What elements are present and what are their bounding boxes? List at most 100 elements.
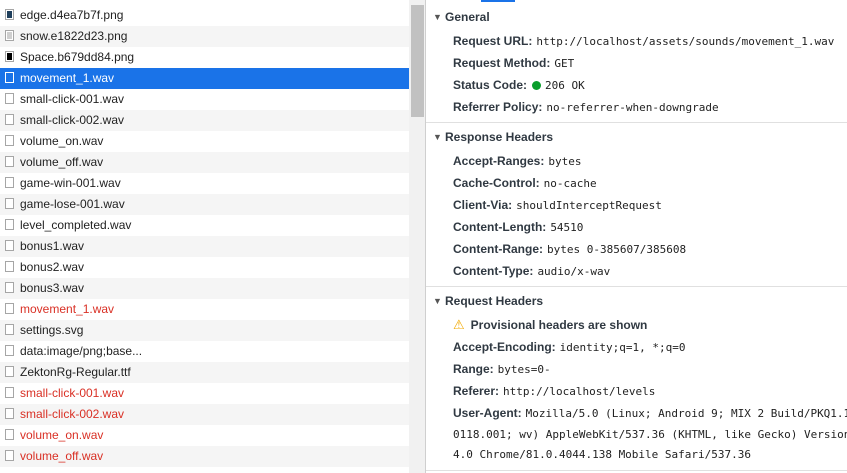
content-range-row: Content-Range: bytes 0-385607/385608 xyxy=(453,238,686,260)
request-list: edge.d4ea7b7f.png snow.e1822d23.png Space.… xyxy=(0,5,409,467)
file-icon xyxy=(5,261,14,272)
client-via-key: Client-Via: xyxy=(453,198,513,212)
request-name: small-click-001.wav xyxy=(20,92,125,106)
file-icon xyxy=(5,198,14,209)
content-range-key: Content-Range: xyxy=(453,242,543,256)
request-name: volume_on.wav xyxy=(20,428,104,442)
request-list-item[interactable]: Space.b679dd84.png xyxy=(0,47,409,68)
provisional-warning-text: Provisional headers are shown xyxy=(470,318,648,332)
referrer-policy-row: Referrer Policy: no-referrer-when-downgra… xyxy=(453,96,719,118)
headers-panel: ▼ General Request URL: http://localhost/a… xyxy=(426,0,847,473)
user-agent-value-line2: 0118.001; wv) AppleWebKit/537.36 (KHTML,… xyxy=(453,428,847,441)
file-icon xyxy=(5,429,14,440)
triangle-down-icon: ▼ xyxy=(433,12,442,22)
request-list-item[interactable]: volume_on.wav xyxy=(0,131,409,152)
response-headers-section-header[interactable]: ▼ Response Headers xyxy=(426,126,847,148)
request-name: bonus1.wav xyxy=(20,239,85,253)
request-url-value: http://localhost/assets/sounds/movement_… xyxy=(536,35,835,48)
user-agent-key: User-Agent: xyxy=(453,406,522,420)
content-length-key: Content-Length: xyxy=(453,220,547,234)
accept-ranges-value: bytes xyxy=(548,155,582,168)
request-list-item[interactable]: small-click-001.wav xyxy=(0,89,409,110)
accept-encoding-row: Accept-Encoding: identity;q=1, *;q=0 xyxy=(453,336,686,358)
status-code-value: 206 OK xyxy=(545,79,585,92)
status-code-row: Status Code: 206 OK xyxy=(453,74,585,96)
request-name: movement_1.wav xyxy=(20,302,115,316)
request-name: small-click-001.wav xyxy=(20,386,125,400)
accept-ranges-key: Accept-Ranges: xyxy=(453,154,545,168)
request-list-item[interactable]: bonus2.wav xyxy=(0,257,409,278)
request-list-item[interactable]: game-lose-001.wav xyxy=(0,194,409,215)
request-list-item[interactable]: small-click-002.wav xyxy=(0,404,409,425)
content-length-row: Content-Length: 54510 xyxy=(453,216,583,238)
warning-icon: ⚠ xyxy=(453,317,465,332)
file-icon xyxy=(5,450,14,461)
request-name: small-click-002.wav xyxy=(20,113,125,127)
request-list-item[interactable]: volume_on.wav xyxy=(0,425,409,446)
request-method-value: GET xyxy=(554,57,575,70)
request-name: movement_1.wav xyxy=(20,71,115,85)
request-name: ZektonRg-Regular.ttf xyxy=(20,365,131,379)
request-name: volume_on.wav xyxy=(20,134,104,148)
request-list-item[interactable]: data:image/png;base... xyxy=(0,341,409,362)
image-dark-file-icon xyxy=(5,9,14,20)
file-icon xyxy=(5,219,14,230)
request-name: edge.d4ea7b7f.png xyxy=(20,8,124,22)
file-icon xyxy=(5,345,14,356)
image-light-file-icon xyxy=(5,30,14,41)
request-list-item[interactable]: small-click-002.wav xyxy=(0,110,409,131)
request-list-item[interactable]: volume_off.wav xyxy=(0,152,409,173)
provisional-warning-row: ⚠ Provisional headers are shown xyxy=(453,314,647,336)
request-method-key: Request Method: xyxy=(453,56,551,70)
request-list-item[interactable]: level_completed.wav xyxy=(0,215,409,236)
file-icon xyxy=(5,135,14,146)
request-list-item[interactable]: movement_1.wav xyxy=(0,299,409,320)
file-icon xyxy=(5,324,14,335)
request-list-item[interactable]: ZektonRg-Regular.ttf xyxy=(0,362,409,383)
file-icon xyxy=(5,93,14,104)
cache-control-key: Cache-Control: xyxy=(453,176,540,190)
accept-encoding-value: identity;q=1, *;q=0 xyxy=(559,341,686,354)
request-name: game-lose-001.wav xyxy=(20,197,125,211)
request-name: bonus3.wav xyxy=(20,281,85,295)
active-tab-indicator xyxy=(481,0,515,2)
request-name: bonus2.wav xyxy=(20,260,85,274)
request-name: level_completed.wav xyxy=(20,218,132,232)
triangle-down-icon: ▼ xyxy=(433,296,442,306)
cache-control-value: no-cache xyxy=(543,177,597,190)
scrollbar-thumb[interactable] xyxy=(411,5,424,117)
referrer-policy-value: no-referrer-when-downgrade xyxy=(546,101,719,114)
section-separator xyxy=(426,286,847,287)
request-method-row: Request Method: GET xyxy=(453,52,574,74)
request-list-item[interactable]: bonus3.wav xyxy=(0,278,409,299)
file-icon xyxy=(5,177,14,188)
request-list-item[interactable]: snow.e1822d23.png xyxy=(0,26,409,47)
user-agent-value-line1: Mozilla/5.0 (Linux; Android 9; MIX 2 Bui… xyxy=(525,407,847,420)
request-list-item[interactable]: movement_1.wav xyxy=(0,68,409,89)
request-list-item[interactable]: volume_off.wav xyxy=(0,446,409,467)
status-code-key: Status Code: xyxy=(453,78,528,92)
referrer-policy-key: Referrer Policy: xyxy=(453,100,543,114)
cache-control-row: Cache-Control: no-cache xyxy=(453,172,597,194)
response-headers-title: Response Headers xyxy=(445,130,554,144)
file-icon xyxy=(5,114,14,125)
content-type-row: Content-Type: audio/x-wav xyxy=(453,260,610,282)
request-list-item[interactable]: small-click-001.wav xyxy=(0,383,409,404)
request-name: small-click-002.wav xyxy=(20,407,125,421)
request-list-item[interactable]: edge.d4ea7b7f.png xyxy=(0,5,409,26)
request-list-item[interactable]: bonus1.wav xyxy=(0,236,409,257)
request-list-item[interactable]: game-win-001.wav xyxy=(0,173,409,194)
file-icon xyxy=(5,387,14,398)
file-icon xyxy=(5,240,14,251)
request-list-item[interactable]: settings.svg xyxy=(0,320,409,341)
request-headers-section-header[interactable]: ▼ Request Headers xyxy=(426,290,847,312)
referer-key: Referer: xyxy=(453,384,500,398)
file-icon xyxy=(5,303,14,314)
request-name: settings.svg xyxy=(20,323,84,337)
section-separator xyxy=(426,122,847,123)
request-url-key: Request URL: xyxy=(453,34,533,48)
general-section-title: General xyxy=(445,10,490,24)
triangle-down-icon: ▼ xyxy=(433,132,442,142)
request-name: game-win-001.wav xyxy=(20,176,121,190)
general-section-header[interactable]: ▼ General xyxy=(426,6,847,28)
